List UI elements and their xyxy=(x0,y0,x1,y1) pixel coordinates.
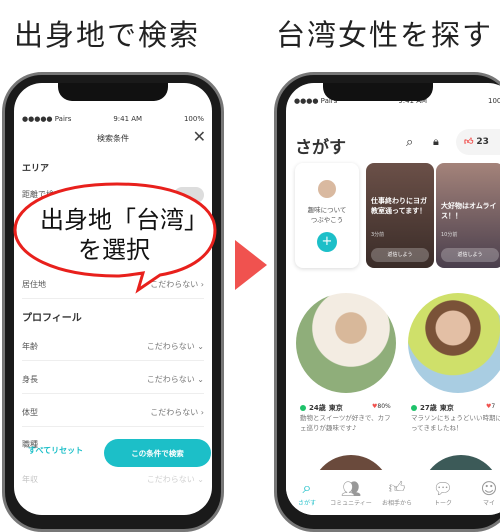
row-label: 身長 xyxy=(22,375,38,384)
avatar xyxy=(318,180,336,198)
match-value: 80% xyxy=(377,403,391,410)
match-value: 7 xyxy=(491,403,496,410)
page-title: さがす xyxy=(295,138,346,158)
row-income[interactable]: 年収 こだわらない ⌄ xyxy=(22,474,204,493)
carrier: ●●●●● Pairs xyxy=(22,115,72,123)
tab-label: コミュニティー xyxy=(330,500,372,507)
tab-likes[interactable]: 👍︎ お相手から xyxy=(376,478,418,507)
match-rate: ♥7 xyxy=(486,403,495,410)
post-text: 大好物はオムライス！！ xyxy=(441,202,497,220)
like-count: 23 xyxy=(476,137,489,147)
page-title: 検索条件 xyxy=(97,134,129,143)
profile-desc: 動物とスイーツが好きで、カフェ巡りが趣味です♪ xyxy=(300,414,391,432)
search-screen: ●●●● Pairs 9:41 AM 100% さがす ⌕ 🔒︎ 👍︎23 趣味… xyxy=(286,83,500,515)
profile-photo[interactable] xyxy=(408,293,500,393)
profile-info: 27歳 東京 xyxy=(411,403,454,413)
row-value: こだわらない xyxy=(150,408,199,417)
tab-search[interactable]: ⌕ さがす xyxy=(286,478,328,507)
online-dot-icon xyxy=(300,405,306,411)
reply-button[interactable]: 返信しよう xyxy=(441,248,499,262)
profile-desc: マラソンにちょうどいい時期になってきましたね！ xyxy=(411,414,500,432)
tab-label: お相手から xyxy=(381,500,412,507)
reset-all-button[interactable]: すべてリセット xyxy=(28,445,83,456)
chat-icon: 💬︎ xyxy=(432,479,454,498)
battery: 100% xyxy=(183,115,204,123)
chevron-right-icon: › xyxy=(200,408,204,417)
profile-location: 東京 xyxy=(439,404,454,412)
profile-location: 東京 xyxy=(328,404,343,412)
profile-info: 24歳 東京 xyxy=(300,403,343,413)
match-rate: ♥80% xyxy=(372,403,391,410)
post-text: 仕事終わりにヨガ教室通ってます！ xyxy=(371,197,427,215)
right-phone: ●●●● Pairs 9:41 AM 100% さがす ⌕ 🔒︎ 👍︎23 趣味… xyxy=(274,72,500,532)
chevron-down-icon: ⌄ xyxy=(197,342,204,351)
left-heading: 出身地で検索 xyxy=(14,18,201,52)
community-icon: 👥︎ xyxy=(340,479,362,498)
battery: 100% xyxy=(487,97,500,105)
row-label: 体型 xyxy=(22,408,38,417)
post-card[interactable]: 仕事終わりにヨガ教室通ってます！ 3分前 返信しよう xyxy=(366,163,434,268)
post-time: 10分前 xyxy=(441,232,458,238)
profile-age: 27歳 xyxy=(420,404,437,412)
status-bar: ●●●●● Pairs 9:41 AM 100% xyxy=(14,115,212,127)
tab-label: さがす xyxy=(297,500,316,507)
chevron-down-icon: ⌄ xyxy=(197,475,204,484)
row-value: こだわらない xyxy=(146,342,195,351)
search-conditions-screen: ●●●●● Pairs 9:41 AM 100% 検索条件 ✕ エリア 距離で検… xyxy=(14,83,212,515)
search-icon[interactable]: ⌕ xyxy=(406,135,413,150)
callout-line-2: を選択 xyxy=(78,236,150,264)
lock-icon[interactable]: 🔒︎ xyxy=(433,135,439,149)
tweet-prompt-1: 趣味について xyxy=(307,206,347,214)
profile-photo[interactable] xyxy=(296,293,396,393)
post-time: 3分前 xyxy=(371,232,385,238)
row-label: 年齢 xyxy=(22,342,38,351)
reply-button[interactable]: 返信しよう xyxy=(371,248,429,262)
time: 9:41 AM xyxy=(113,115,143,123)
section-area: エリア xyxy=(22,164,50,174)
notch xyxy=(58,83,168,101)
thumbs-up-icon: 👍︎ xyxy=(388,478,406,497)
row-value: こだわらない xyxy=(146,475,195,484)
online-dot-icon xyxy=(411,405,417,411)
tab-community[interactable]: 👥︎ コミュニティー xyxy=(330,479,372,507)
section-profile: プロフィール xyxy=(22,313,82,324)
tab-bar: ⌕ さがす 👥︎ コミュニティー 👍︎ お相手から 💬︎ トーク ☺ マイ xyxy=(286,470,500,515)
profile-age: 24歳 xyxy=(309,404,326,412)
tweet-card[interactable]: 趣味について つぶやこう + xyxy=(295,163,359,268)
tab-my[interactable]: ☺ マイ xyxy=(468,479,500,507)
likes-badge[interactable]: 👍︎ 23 xyxy=(456,129,500,155)
close-icon[interactable]: ✕ xyxy=(193,127,206,146)
notch xyxy=(323,83,433,101)
tweet-prompt-2: つぶやこう xyxy=(310,216,344,224)
thumbs-up-icon: 👍︎ xyxy=(464,137,474,147)
row-body-type[interactable]: 体型 こだわらない › xyxy=(22,407,204,427)
row-value: こだわらない xyxy=(146,375,195,384)
arrow-right-icon xyxy=(235,240,267,290)
row-height[interactable]: 身長 こだわらない ⌄ xyxy=(22,374,204,394)
tab-label: トーク xyxy=(433,500,452,507)
person-icon: ☺ xyxy=(480,479,498,498)
right-heading: 台湾女性を探す xyxy=(276,18,494,52)
search-button[interactable]: この条件で検索 xyxy=(104,439,211,467)
row-age[interactable]: 年齢 こだわらない ⌄ xyxy=(22,341,204,361)
row-label: 年収 xyxy=(22,475,38,484)
post-card[interactable]: 大好物はオムライス！！ 10分前 返信しよう xyxy=(436,163,500,268)
add-post-button[interactable]: + xyxy=(317,232,337,252)
tab-talk[interactable]: 💬︎ トーク xyxy=(422,479,464,507)
search-icon: ⌕ xyxy=(302,478,312,497)
left-phone: ●●●●● Pairs 9:41 AM 100% 検索条件 ✕ エリア 距離で検… xyxy=(2,72,224,532)
tab-label: マイ xyxy=(482,500,495,507)
chevron-down-icon: ⌄ xyxy=(197,375,204,384)
